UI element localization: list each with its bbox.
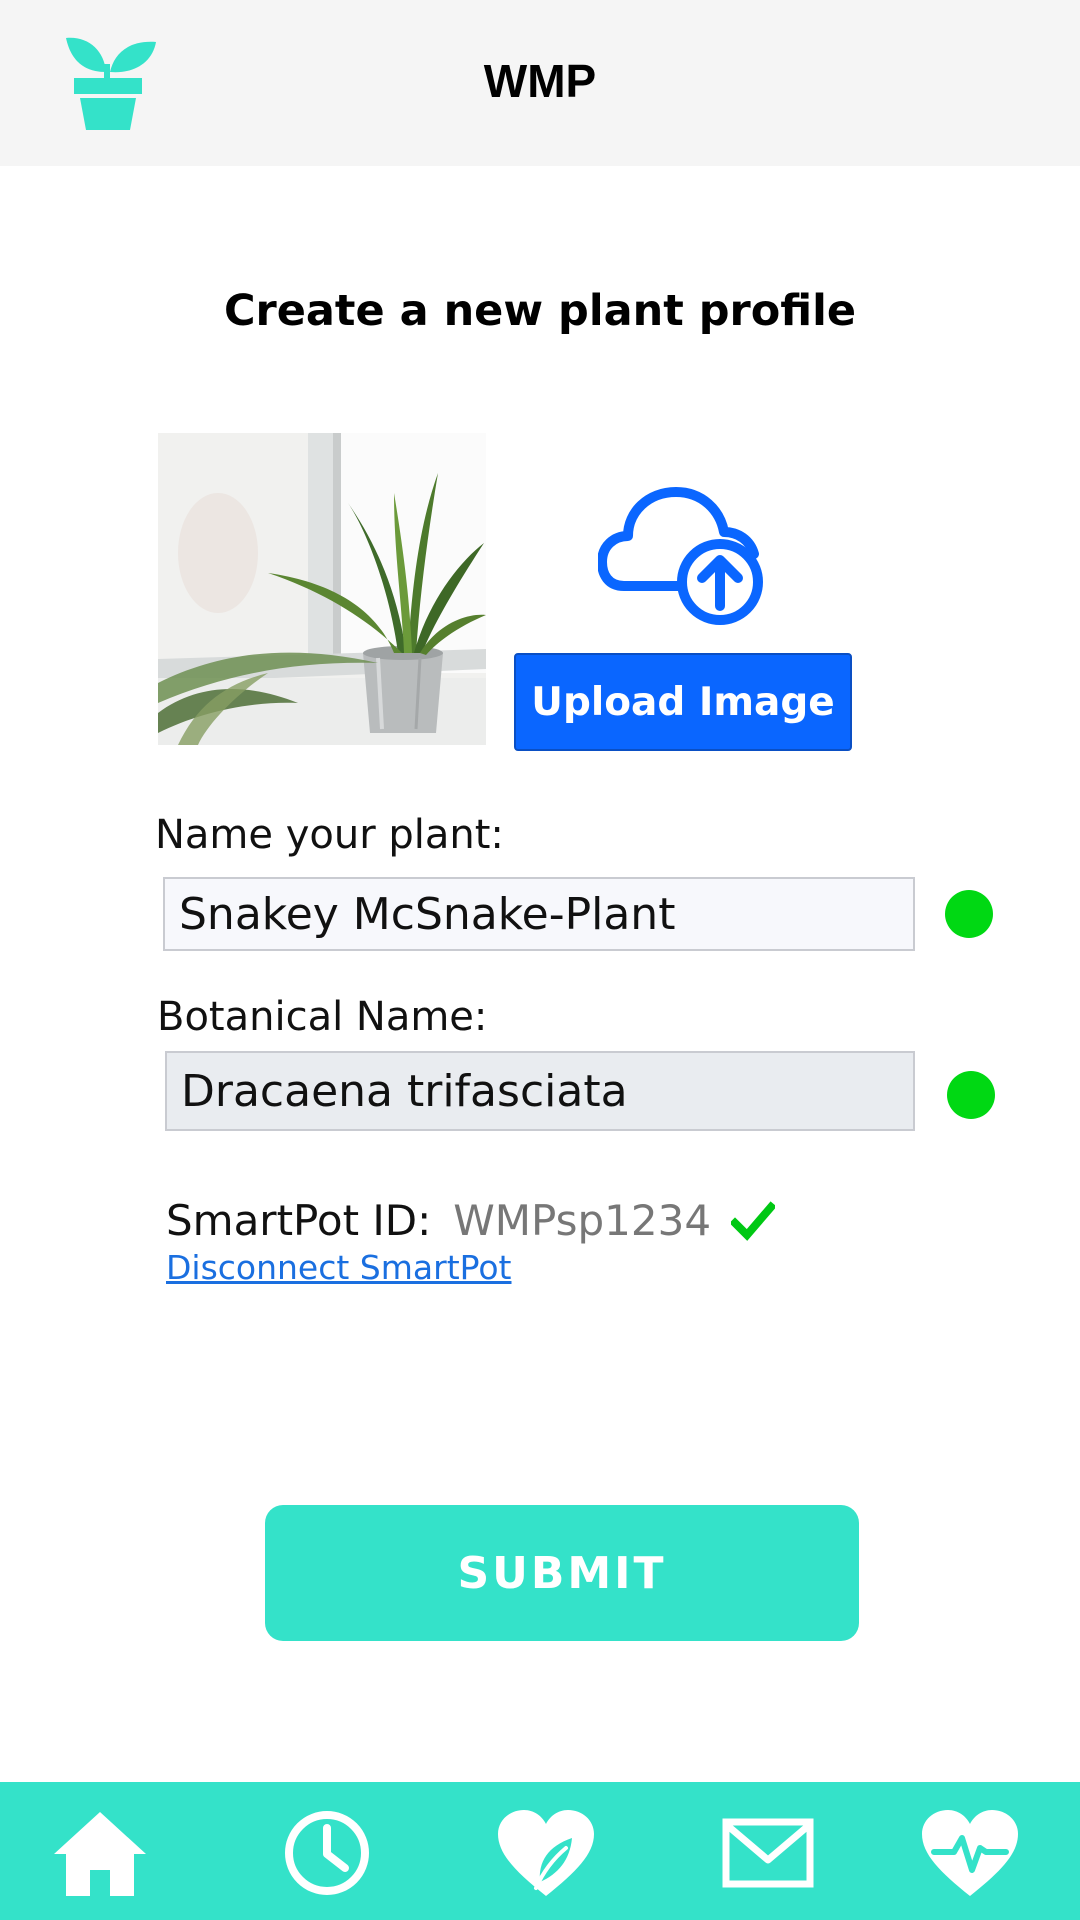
nav-health[interactable]: [910, 1782, 1030, 1920]
plant-photo: [158, 433, 486, 745]
check-icon: [731, 1200, 776, 1241]
create-plant-profile-screen: WMP Create a new plant profile Upload Im…: [0, 0, 1080, 1920]
plant-name-value: Snakey McSnake-Plant: [179, 888, 676, 940]
smartpot-label: SmartPot ID:: [166, 1196, 432, 1245]
app-title: WMP: [483, 55, 597, 107]
nav-history[interactable]: [267, 1782, 387, 1920]
botanical-name-value: Dracaena trifasciata: [181, 1065, 628, 1117]
app-header: WMP: [0, 0, 1080, 166]
home-icon: [54, 1812, 146, 1896]
mail-icon: [722, 1818, 814, 1888]
cloud-upload-icon[interactable]: [597, 482, 766, 626]
plant-name-status-dot: [945, 890, 993, 938]
plant-name-field[interactable]: Snakey McSnake-Plant: [163, 877, 915, 951]
heart-leaf-icon: [498, 1810, 594, 1896]
botanical-name-label: Botanical Name:: [157, 994, 488, 1040]
smartpot-row: SmartPot ID: WMPsp1234: [166, 1196, 776, 1245]
bottom-nav: [0, 1782, 1080, 1920]
upload-image-button[interactable]: Upload Image: [514, 653, 852, 751]
botanical-name-status-dot: [947, 1071, 995, 1119]
smartpot-id: WMPsp1234: [453, 1196, 712, 1245]
plant-name-label: Name your plant:: [155, 812, 504, 858]
nav-plants[interactable]: [486, 1782, 606, 1920]
clock-icon: [285, 1811, 369, 1895]
nav-home[interactable]: [40, 1782, 160, 1920]
disconnect-smartpot-link[interactable]: Disconnect SmartPot: [166, 1248, 512, 1287]
page-title: Create a new plant profile: [223, 286, 857, 336]
botanical-name-field[interactable]: Dracaena trifasciata: [165, 1051, 915, 1131]
submit-button[interactable]: SUBMIT: [265, 1505, 859, 1641]
nav-messages[interactable]: [708, 1782, 828, 1920]
heartbeat-icon: [922, 1810, 1018, 1896]
